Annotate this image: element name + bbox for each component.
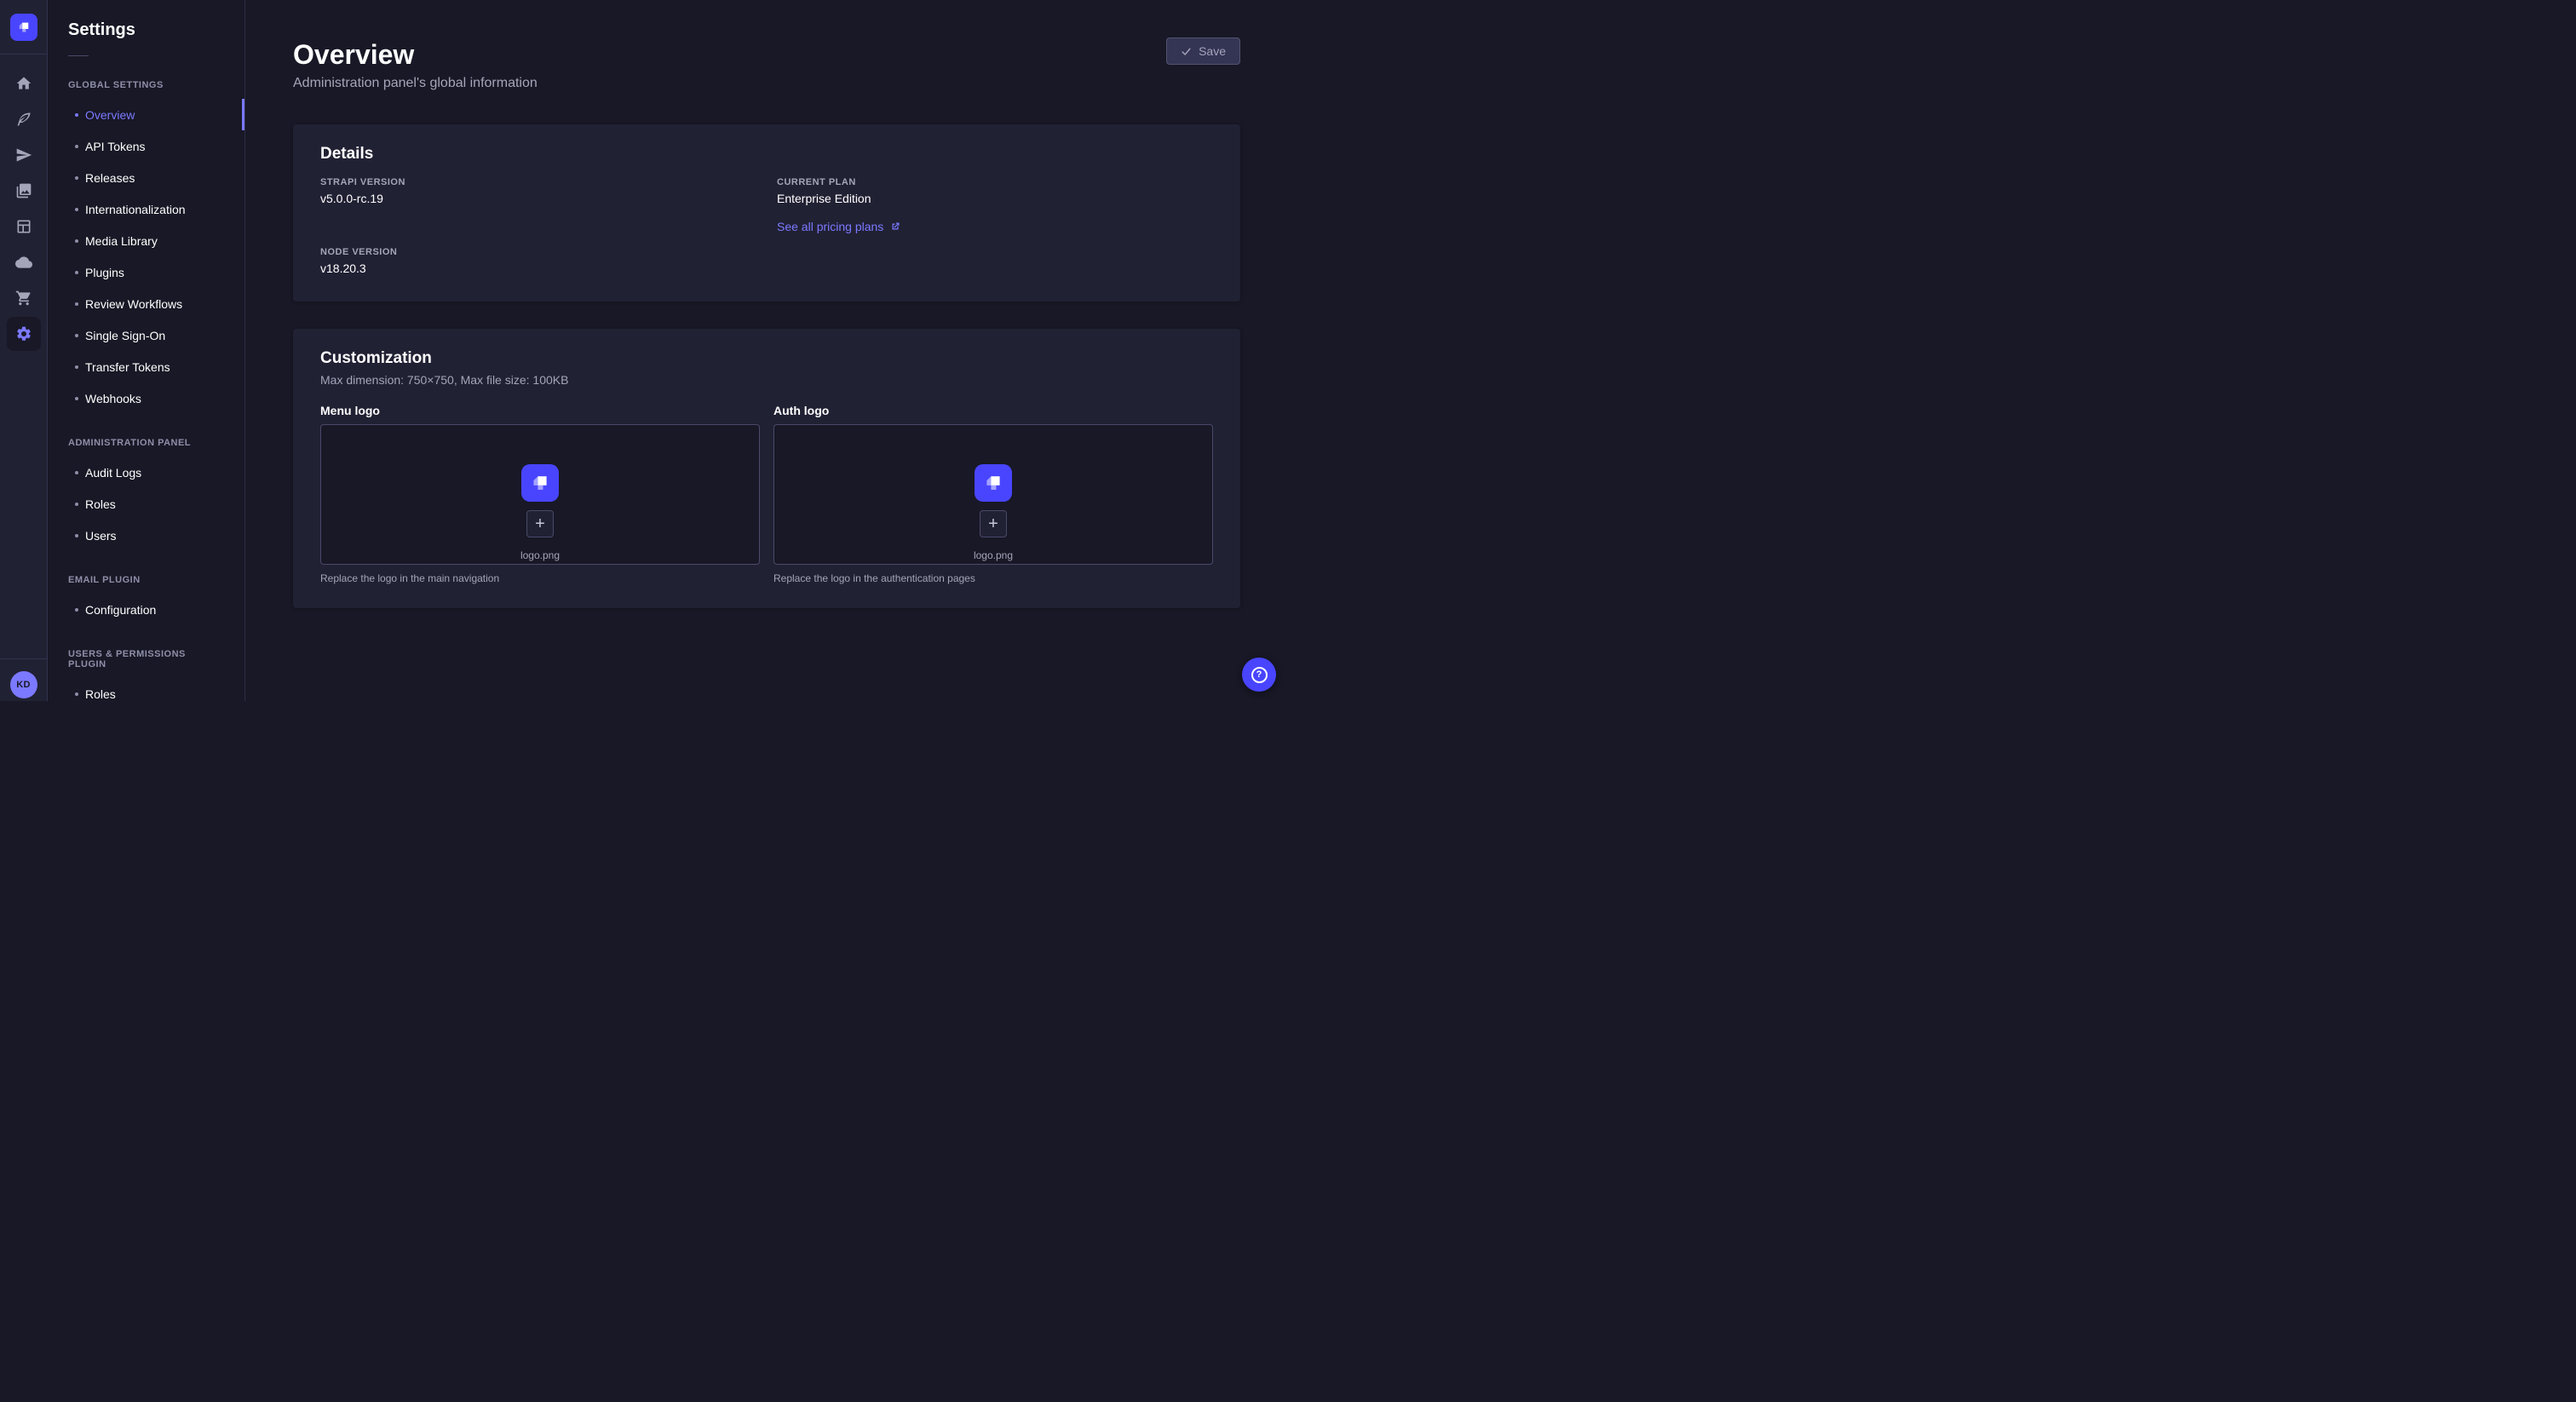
node-version-value: v18.20.3 [320,261,756,276]
sidebar-item-single-sign-on[interactable]: Single Sign-On [48,319,244,351]
page-subtitle: Administration panel's global informatio… [293,73,538,94]
sidebar-item-configuration[interactable]: Configuration [48,594,244,625]
pricing-plans-link[interactable]: See all pricing plans [777,220,900,233]
customization-card-subtitle: Max dimension: 750×750, Max file size: 1… [320,371,1213,388]
nav-items-global-settings: Overview API Tokens Releases Internation… [48,99,244,414]
sidebar-item-media-library[interactable]: Media Library [48,225,244,256]
rail-logo-area [0,0,47,55]
menu-logo-label: Menu logo [320,404,760,417]
menu-logo-filename: logo.png [520,549,560,561]
rail-icon-list [7,55,41,351]
settings-subnav: Settings GLOBAL SETTINGS Overview API To… [48,0,245,701]
subnav-divider [68,55,89,56]
sidebar-item-plugins[interactable]: Plugins [48,256,244,288]
menu-logo-add-button[interactable]: + [526,510,554,537]
save-button[interactable]: Save [1166,37,1240,65]
menu-logo-dropzone[interactable]: + logo.png [320,424,760,565]
home-icon[interactable] [7,66,41,101]
details-card: Details STRAPI VERSION v5.0.0-rc.19 NODE… [293,124,1240,302]
current-plan-value: Enterprise Edition [777,192,1213,206]
auth-logo-label: Auth logo [773,404,1213,417]
menu-logo-preview [521,464,559,502]
auth-logo-block: Auth logo + logo.png Replace the logo [773,404,1213,584]
sidebar-item-up-roles[interactable]: Roles [48,678,244,701]
shopping-cart-icon[interactable] [7,281,41,315]
layout-icon[interactable] [7,210,41,244]
avatar[interactable]: KD [10,671,37,698]
details-left-column: STRAPI VERSION v5.0.0-rc.19 NODE VERSION… [320,177,756,276]
section-label-global-settings: GLOBAL SETTINGS [68,80,224,90]
auth-logo-hint: Replace the logo in the authentication p… [773,572,1213,584]
external-link-icon [890,221,900,232]
check-icon [1181,46,1192,57]
strapi-version-field: STRAPI VERSION v5.0.0-rc.19 [320,177,756,206]
page-header: Overview Administration panel's global i… [293,0,1240,94]
strapi-logo-icon [529,472,551,494]
strapi-version-label: STRAPI VERSION [320,177,756,187]
sidebar-item-transfer-tokens[interactable]: Transfer Tokens [48,351,244,382]
strapi-logo-glyph [16,20,32,35]
sidebar-item-api-tokens[interactable]: API Tokens [48,130,244,162]
sidebar-item-internationalization[interactable]: Internationalization [48,193,244,225]
auth-logo-filename: logo.png [974,549,1013,561]
save-button-label: Save [1199,44,1226,58]
sidebar-item-overview[interactable]: Overview [48,99,244,130]
strapi-version-value: v5.0.0-rc.19 [320,192,756,206]
page-title: Overview [293,37,538,72]
paper-plane-icon[interactable] [7,138,41,172]
gear-icon[interactable] [7,317,41,351]
details-grid: STRAPI VERSION v5.0.0-rc.19 NODE VERSION… [320,177,1213,276]
plus-icon: + [988,515,998,532]
sidebar-item-audit-logs[interactable]: Audit Logs [48,457,244,488]
cloud-icon[interactable] [7,245,41,279]
auth-logo-add-button[interactable]: + [980,510,1007,537]
strapi-logo[interactable] [10,14,37,41]
details-right-column: CURRENT PLAN Enterprise Edition See all … [777,177,1213,276]
section-label-administration-panel: ADMINISTRATION PANEL [68,438,224,448]
subnav-title: Settings [68,20,224,40]
nav-items-users-permissions-plugin: Roles Providers [48,678,244,701]
rail-user-area: KD [0,658,47,701]
nav-items-administration-panel: Audit Logs Roles Users [48,457,244,551]
logo-grid: Menu logo + logo.png Replace the logo [320,404,1213,584]
customization-card-title: Customization [320,349,1213,368]
sidebar-item-webhooks[interactable]: Webhooks [48,382,244,414]
main-nav-rail: KD [0,0,48,701]
node-version-field: NODE VERSION v18.20.3 [320,247,756,276]
main-content: Overview Administration panel's global i… [245,0,1288,701]
plus-icon: + [535,515,545,532]
current-plan-label: CURRENT PLAN [777,177,1213,187]
nav-items-email-plugin: Configuration [48,594,244,625]
help-button[interactable]: ? [1242,658,1276,692]
quill-pen-icon[interactable] [7,102,41,136]
strapi-admin-app: KD Settings GLOBAL SETTINGS Overview API… [0,0,1288,701]
sidebar-item-users[interactable]: Users [48,520,244,551]
details-card-title: Details [320,145,1213,164]
pricing-plans-link-label: See all pricing plans [777,220,883,233]
sidebar-item-admin-roles[interactable]: Roles [48,488,244,520]
strapi-logo-icon [982,472,1004,494]
menu-logo-block: Menu logo + logo.png Replace the logo [320,404,760,584]
auth-logo-dropzone[interactable]: + logo.png [773,424,1213,565]
question-mark-icon: ? [1251,667,1268,683]
page-header-text: Overview Administration panel's global i… [293,37,538,94]
node-version-label: NODE VERSION [320,247,756,257]
auth-logo-preview [975,464,1012,502]
sidebar-item-releases[interactable]: Releases [48,162,244,193]
subnav-header: Settings [48,0,244,56]
customization-card: Customization Max dimension: 750×750, Ma… [293,329,1240,608]
menu-logo-hint: Replace the logo in the main navigation [320,572,760,584]
section-label-email-plugin: EMAIL PLUGIN [68,575,224,585]
pictures-icon[interactable] [7,174,41,208]
sidebar-item-review-workflows[interactable]: Review Workflows [48,288,244,319]
current-plan-field: CURRENT PLAN Enterprise Edition [777,177,1213,206]
section-label-users-permissions-plugin: USERS & PERMISSIONS PLUGIN [68,649,224,669]
